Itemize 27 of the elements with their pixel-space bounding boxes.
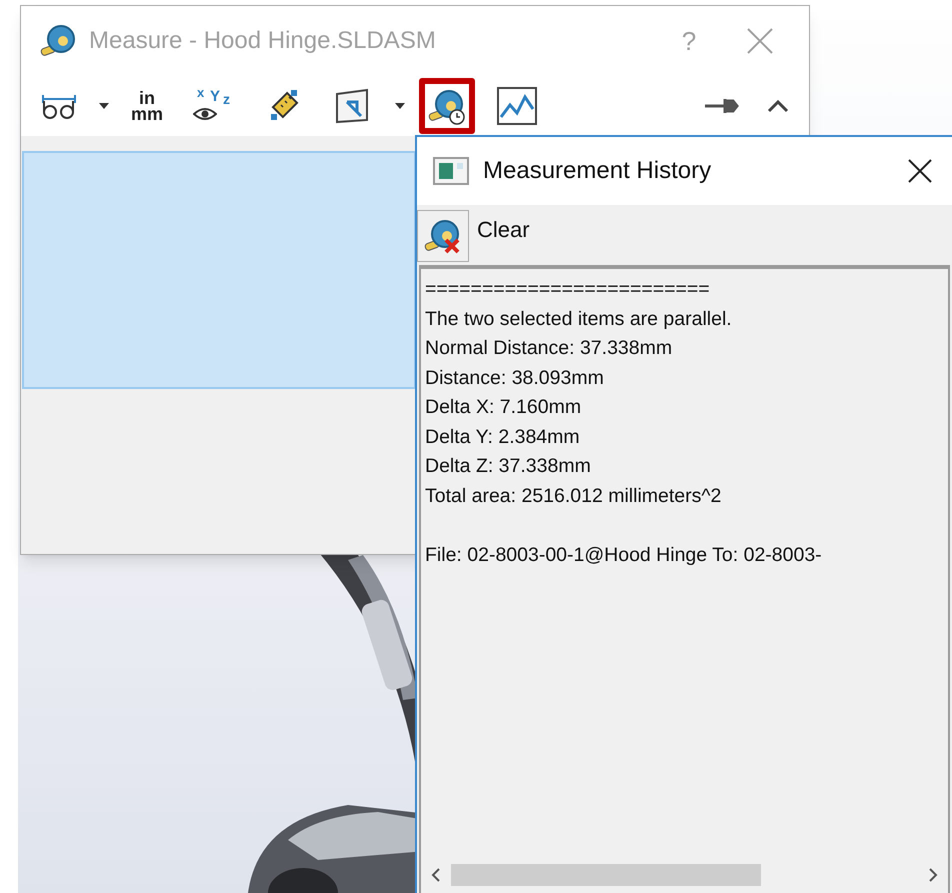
history-line: File: 02-8003-00-1@Hood Hinge To: 02-8003-	[425, 542, 822, 568]
history-line: Normal Distance: 37.338mm	[425, 336, 672, 361]
history-line: Delta Z: 37.338mm	[425, 454, 591, 479]
clear-label[interactable]: Clear	[477, 213, 530, 246]
collapse-caret-icon[interactable]	[767, 99, 789, 113]
panel-icon	[433, 157, 469, 185]
eye-icon[interactable]	[193, 106, 218, 122]
pin-icon[interactable]	[705, 96, 739, 116]
history-text-area[interactable]	[419, 265, 950, 893]
caret-icon[interactable]	[395, 103, 406, 109]
window-title: Measure - Hood Hinge.SLDASM	[89, 26, 436, 56]
units-button[interactable]: in mm	[131, 90, 164, 122]
scroll-right-icon[interactable]	[928, 868, 938, 882]
scrollbar-thumb[interactable]	[451, 864, 761, 886]
close-icon[interactable]	[908, 159, 932, 183]
history-line: Total area: 2516.012 millimeters^2	[425, 484, 722, 508]
scroll-left-icon[interactable]	[431, 868, 441, 882]
graph-icon[interactable]	[497, 87, 538, 125]
caret-icon[interactable]	[99, 103, 109, 109]
axis-letters[interactable]: x Y z	[197, 86, 238, 106]
clear-history-button[interactable]	[417, 210, 469, 262]
history-line: Distance: 38.093mm	[425, 366, 604, 390]
history-line: The two selected items are parallel.	[425, 306, 732, 332]
history-line: Delta Y: 2.384mm	[425, 424, 580, 450]
history-line: Delta X: 7.160mm	[425, 395, 582, 420]
panel-title: Measurement History	[483, 156, 712, 186]
history-line: =========================	[425, 277, 710, 302]
